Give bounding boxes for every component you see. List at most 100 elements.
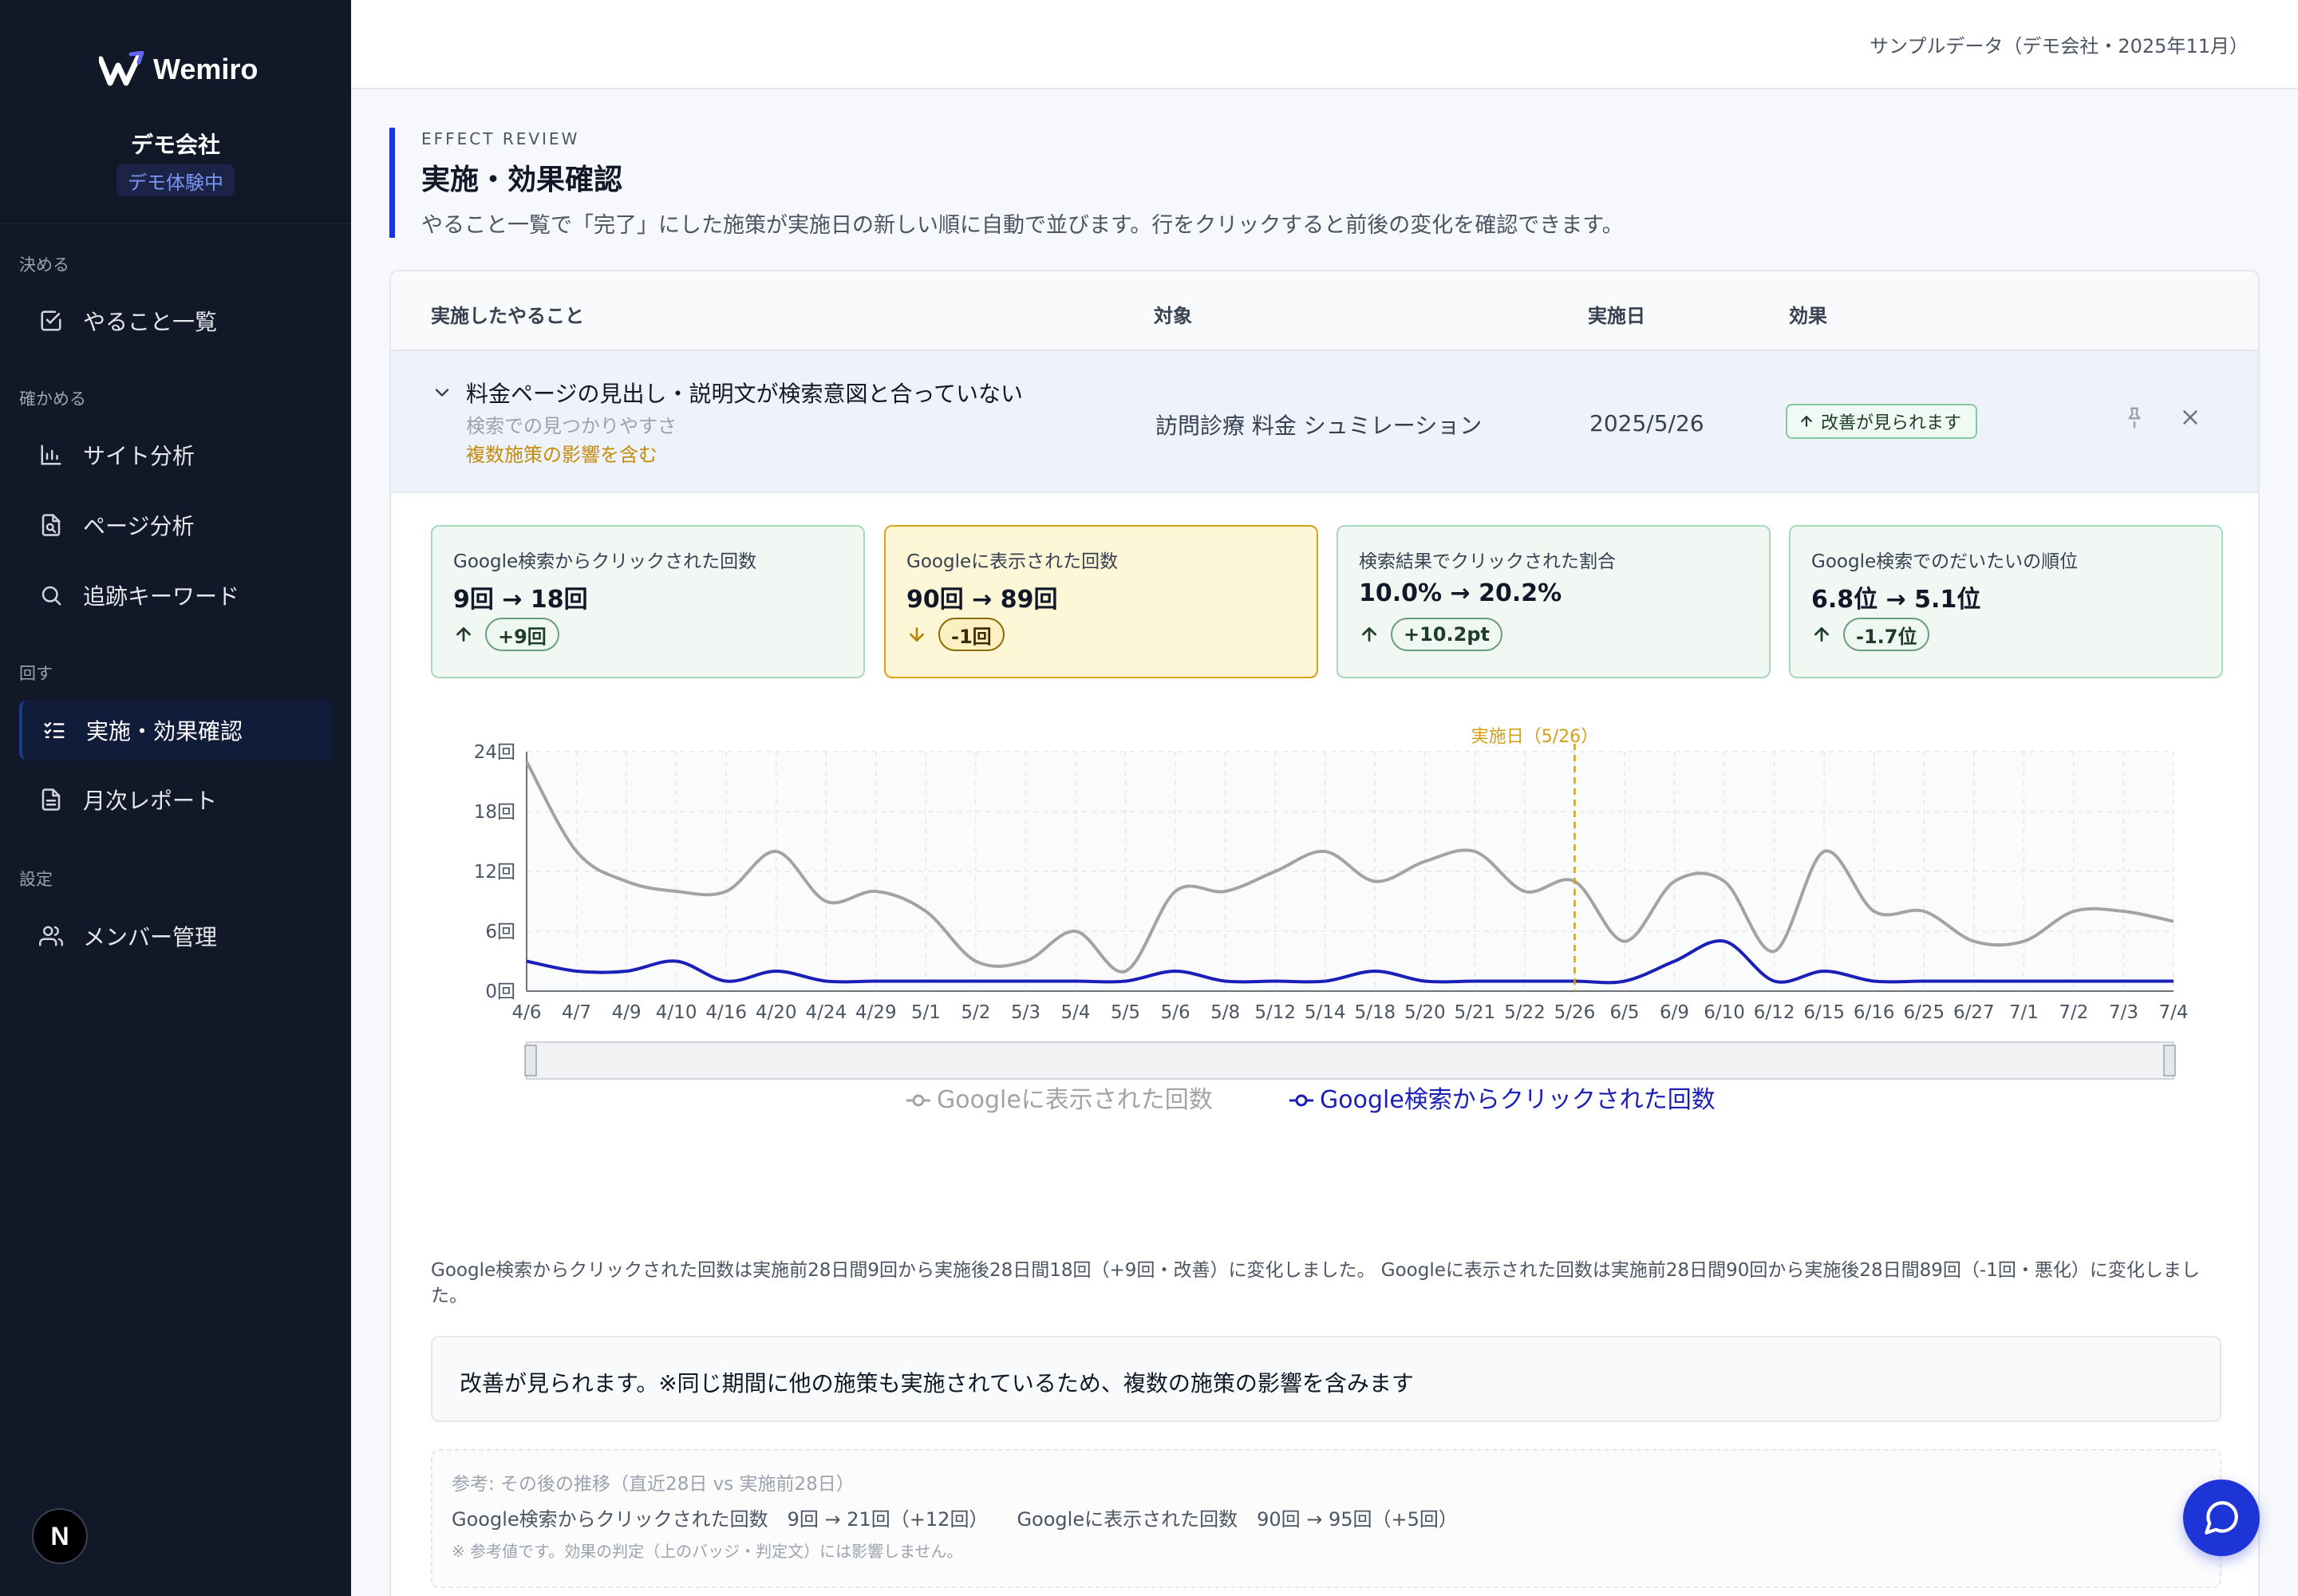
trend-chart[interactable]: 0回 6回 12回 18回 24回 4/6 4/7 4/9 4/10 4/16 4/20 4/24 4/… [391,694,2260,1205]
metric-label: Google検索からクリックされた回数 [453,551,757,572]
x-tick-label: 5/2 [961,1002,990,1023]
arrow-down-icon [910,627,924,642]
change-summary: Google検索からクリックされた回数は実施前28日間9回から実施後28日間18… [431,1260,2200,1306]
sidebar-divider [0,223,351,224]
range-slider-handle-right[interactable] [2163,1045,2176,1077]
verdict-text: 改善が見られます。※同じ期間に他の施策も実施されているため、複数の施策の影響を含… [460,1370,1414,1396]
n-badge-button[interactable]: N [32,1508,88,1564]
verdict-box: 改善が見られます。※同じ期間に他の施策も実施されているため、複数の施策の影響を含… [431,1336,2221,1422]
arrow-up-icon [456,627,471,642]
metric-value: 9回 → 18回 [453,586,588,614]
metric-value: 10.0% → 20.2% [1359,579,1562,607]
file-search-icon [19,513,83,537]
column-header-target: 対象 [1154,305,1192,327]
x-tick-label: 6/15 [1803,1002,1845,1023]
chat-button[interactable] [2183,1479,2260,1556]
arrow-up-icon [1801,416,1812,427]
column-header-task: 実施したやること [431,305,584,327]
y-tick-label: 12回 [474,862,515,883]
metric-label: Google検索でのだいたいの順位 [1811,551,2079,572]
y-tick-label: 0回 [485,982,515,1002]
x-tick-label: 6/9 [1660,1002,1689,1023]
page-description: やること一覧で「完了」にした施策が実施日の新しい順に自動で並びます。行をクリック… [421,213,1624,238]
sidebar-item-page-analysis[interactable]: ページ分析 [19,495,332,555]
reference-footnote: ※ 参考値です。効果の判定（上のバッジ・判定文）には影響しません。 [452,1542,963,1561]
wemiro-logo-icon [99,51,144,86]
x-tick-label: 5/6 [1161,1002,1190,1023]
x-tick-label: 5/3 [1011,1002,1040,1023]
sidebar-item-monthly-report[interactable]: 月次レポート [19,769,332,830]
sample-data-note: サンプルデータ（デモ会社・2025年11月） [1870,35,2249,57]
legend-label: Googleに表示された回数 [937,1086,1213,1114]
x-tick-label: 5/18 [1354,1002,1396,1023]
pin-icon[interactable] [2122,405,2146,433]
task-title: 料金ページの見出し・説明文が検索意図と合っていない [466,381,1024,407]
reference-line: Google検索からクリックされた回数 9回 → 21回（+12回） Googl… [452,1508,1458,1531]
range-slider-handle-left[interactable] [524,1045,537,1077]
reference-box: 参考: その後の推移（直近28日 vs 実施前28日） Google検索からクリ… [431,1449,2221,1588]
x-tick-label: 6/16 [1854,1002,1895,1023]
x-tick-label: 5/12 [1254,1002,1296,1023]
table-row[interactable]: 料金ページの見出し・説明文が検索意図と合っていない 検索での見つかりやすさ 複数… [391,351,2258,493]
header-accent-bar [389,128,395,238]
section-label-decide: 決める [19,255,69,275]
arrow-up-icon [1814,627,1829,642]
table-header: 実施したやること 対象 実施日 効果 [391,271,2258,351]
sidebar-item-site-analysis[interactable]: サイト分析 [19,425,332,485]
sidebar-item-label: 月次レポート [83,788,218,814]
page-eyebrow: EFFECT REVIEW [421,129,580,148]
x-tick-label: 5/5 [1111,1002,1140,1023]
sidebar: Wemiro デモ会社 デモ体験中 決める やること一覧 確かめる サイト分析 … [0,0,351,1596]
list-checks-icon [22,718,86,742]
sidebar-item-label: メンバー管理 [83,924,218,950]
search-icon [19,583,83,607]
y-tick-label: 18回 [474,802,515,823]
x-tick-label: 5/26 [1554,1002,1596,1023]
x-tick-label: 4/7 [562,1002,591,1023]
effect-review-card: 実施したやること 対象 実施日 効果 料金ページの見出し・説明文が検索意図と合っ… [389,270,2260,1596]
task-target: 訪問診療 料金 シュミレーション [1155,413,1483,439]
x-tick-label: 7/4 [2158,1002,2188,1023]
x-tick-label: 5/1 [911,1002,941,1023]
sidebar-item-members[interactable]: メンバー管理 [19,906,332,966]
implementation-marker-label: 実施日（5/26） [1471,727,1598,747]
task-date: 2025/5/26 [1589,410,1704,437]
users-icon [19,924,83,948]
effect-badge: 改善が見られます [1786,404,1978,439]
metric-delta: +9回 [485,618,559,651]
x-tick-label: 6/12 [1754,1002,1795,1023]
legend-item-clicks[interactable]: Google検索からクリックされた回数 [1289,1086,1716,1114]
close-icon[interactable] [2178,405,2202,433]
metric-delta: -1回 [938,618,1005,651]
x-tick-label: 6/25 [1903,1002,1945,1023]
sidebar-item-todo[interactable]: やること一覧 [19,290,332,351]
bar-chart-icon [19,443,83,467]
brand-logo[interactable]: Wemiro [99,51,258,88]
sidebar-item-label: やること一覧 [83,309,218,335]
x-tick-label: 4/10 [656,1002,697,1023]
top-bar: サンプルデータ（デモ会社・2025年11月） [351,0,2298,89]
x-tick-label: 5/8 [1210,1002,1240,1023]
sidebar-item-label: 追跡キーワード [83,583,240,610]
x-tick-label: 5/4 [1060,1002,1090,1023]
metric-delta: -1.7位 [1843,618,1930,651]
metric-card-ctr: 検索結果でクリックされた割合 10.0% → 20.2% +10.2pt [1337,525,1771,678]
sidebar-item-effect-review[interactable]: 実施・効果確認 [19,700,332,760]
x-tick-label: 4/16 [705,1002,747,1023]
brand-name: Wemiro [153,53,259,85]
x-tick-label: 7/1 [2009,1002,2039,1023]
chat-bubble-icon [2205,1501,2238,1535]
metric-card-position: Google検索でのだいたいの順位 6.8位 → 5.1位 -1.7位 [1789,525,2223,678]
sidebar-item-label: 実施・効果確認 [86,718,243,745]
checkbox-icon [19,309,83,333]
y-tick-label: 6回 [485,922,515,942]
sidebar-item-keywords[interactable]: 追跡キーワード [19,565,332,626]
x-tick-label: 5/20 [1404,1002,1446,1023]
x-tick-label: 5/22 [1504,1002,1546,1023]
demo-badge: デモ体験中 [116,164,235,196]
legend-label: Google検索からクリックされた回数 [1320,1086,1716,1114]
task-category: 検索での見つかりやすさ [466,415,677,437]
legend-item-impressions[interactable]: Googleに表示された回数 [906,1086,1213,1114]
sidebar-item-label: サイト分析 [83,443,195,469]
chevron-down-icon[interactable] [431,381,453,407]
